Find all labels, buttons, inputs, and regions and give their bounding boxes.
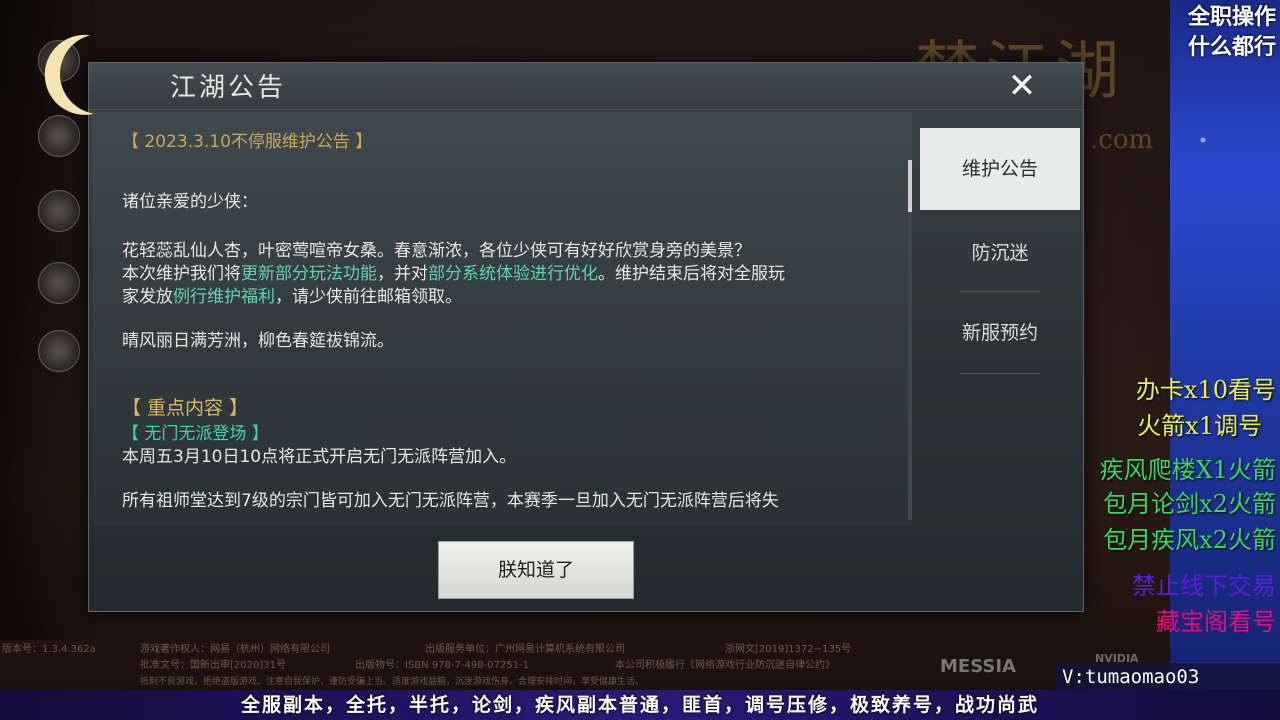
overlay-ad: 包月疾风x2火箭	[1103, 526, 1276, 554]
scroll-thumb[interactable]	[908, 160, 912, 212]
stream-bottom-banner: 全服副本，全托，半托，论剑，疾风副本普通，匪首，调号压修，极致养号，战功尚武	[0, 690, 1280, 720]
isbn-text: 出版物号：ISBN 978-7-498-07251-1	[355, 660, 529, 671]
section-heading: 【 重点内容 】	[122, 397, 249, 419]
overlay-ad: 疾风爬楼X1火箭	[1099, 456, 1276, 484]
overlay-top-line2: 什么都行	[1187, 35, 1276, 60]
pledge-text: 本公司积极履行《网络游戏行业防沉迷自律公约》	[615, 660, 835, 671]
overlay-ad: 藏宝阁看号	[1156, 608, 1276, 636]
scroll-icon[interactable]	[38, 330, 80, 372]
tab-anti-addiction[interactable]: 防沉迷	[920, 212, 1080, 294]
announcement-line: 所有祖师堂达到7级的宗门皆可加入无门无派阵营，本赛季一旦加入无门无派阵营后将失	[122, 491, 779, 511]
announcement-line: 本周五3月10日10点将正式开启无门无派阵营加入。	[122, 447, 517, 467]
overlay-ad: 禁止线下交易	[1132, 572, 1276, 600]
map-icon[interactable]	[38, 190, 80, 232]
film-icon[interactable]	[38, 262, 80, 304]
advice-text: 抵制不良游戏，拒绝盗版游戏。注意自我保护，谨防受骗上当。适度游戏益脑，沉迷游戏伤…	[140, 677, 645, 687]
announcement-poem: 晴风丽日满芳洲，柳色春筵祓锦流。	[122, 331, 394, 351]
announcement-greeting: 诸位亲爱的少侠：	[122, 192, 258, 212]
publisher-text: 出版服务单位：广州网易计算机系统有限公司	[425, 644, 625, 655]
version-text: 版本号：1.3.4.362a	[2, 644, 96, 655]
messiah-logo: MESSIA	[940, 656, 1016, 677]
announcement-line: 本次维护我们将更新部分玩法功能，并对部分系统体验进行优化。维护结束后将对全服玩	[122, 264, 785, 284]
tab-new-server[interactable]: 新服预约	[920, 292, 1080, 374]
tab-maintenance[interactable]: 维护公告	[920, 128, 1080, 210]
announcement-line: 家发放例行维护福利，请少侠前往邮箱领取。	[122, 287, 462, 307]
game-logo-domain: .com	[1090, 125, 1154, 155]
license-text: 浙网文[2019]1372−135号	[725, 644, 852, 655]
settings-icon[interactable]	[38, 115, 80, 157]
announcement-heading: 【 2023.3.10不停服维护公告 】	[122, 132, 373, 152]
announcement-content[interactable]: 【 2023.3.10不停服维护公告 】 诸位亲爱的少侠： 花轻蕊乱仙人杏，叶密…	[92, 112, 912, 526]
overlay-ad: 办卡x10看号	[1135, 376, 1276, 404]
owner-text: 游戏著作权人：网易（杭州）网络有限公司	[140, 644, 330, 655]
streamer-handle: V:tumaomao03	[1056, 663, 1280, 691]
content-scrollbar[interactable]	[908, 130, 912, 520]
acknowledge-button[interactable]: 朕知道了	[438, 541, 634, 599]
approval-text: 批准文号：国新出审[2020]31号	[140, 660, 286, 671]
overlay-ad: 火箭x1调号	[1137, 412, 1262, 440]
overlay-top-line1: 全职操作	[1187, 5, 1276, 30]
dialog-title: 江湖公告	[170, 73, 287, 103]
announcement-line: 花轻蕊乱仙人杏，叶密莺喧帝女桑。春意渐浓，各位少侠可有好好欣赏身旁的美景？	[122, 241, 751, 261]
section-subheading: 【 无门无派登场 】	[122, 424, 269, 444]
close-button[interactable]: ✕	[1000, 64, 1044, 108]
tab-divider	[960, 373, 1040, 374]
overlay-ad: 包月论剑x2火箭	[1103, 490, 1276, 518]
